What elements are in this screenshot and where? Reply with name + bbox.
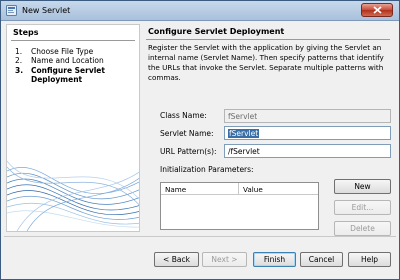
section-divider <box>146 39 390 40</box>
step-label: Choose File Type <box>31 47 94 56</box>
close-button[interactable] <box>361 3 393 17</box>
description-text: Register the Servlet with the applicatio… <box>148 43 384 82</box>
close-icon <box>372 6 382 14</box>
step-1: 1. Choose File Type <box>15 47 93 56</box>
step-number: 2. <box>15 56 23 65</box>
column-header-name[interactable]: Name <box>161 183 239 194</box>
class-name-field: fServlet <box>224 109 391 123</box>
class-name-label: Class Name: <box>160 111 207 120</box>
decorative-swirl-graphic <box>7 160 139 231</box>
step-3: 3. Configure Servlet Deployment <box>15 66 105 84</box>
footer-divider <box>4 236 396 237</box>
back-button[interactable]: < Back <box>154 252 199 267</box>
url-pattern-label: URL Pattern(s): <box>160 147 217 156</box>
init-params-table[interactable]: Name Value <box>160 182 319 230</box>
dialog-client: Steps 1. Choose File Type 2. Name and Lo… <box>4 22 396 276</box>
url-pattern-input[interactable]: /fServlet <box>224 144 391 158</box>
step-number: 1. <box>15 47 23 56</box>
section-title: Configure Servlet Deployment <box>148 27 285 36</box>
init-params-label: Initialization Parameters: <box>160 165 254 174</box>
servlet-name-input[interactable]: fServlet <box>224 126 391 140</box>
steps-header: Steps <box>13 28 39 37</box>
step-2: 2. Name and Location <box>15 56 104 65</box>
delete-button[interactable]: Delete <box>334 221 391 236</box>
window-title: New Servlet <box>22 6 71 15</box>
cancel-button[interactable]: Cancel <box>300 252 343 267</box>
new-servlet-dialog: New Servlet Steps 1. Choose File Type 2.… <box>0 0 400 280</box>
netbeans-icon <box>6 5 17 16</box>
edit-button[interactable]: Edit... <box>334 200 391 215</box>
new-button[interactable]: New <box>334 179 391 194</box>
step-label: Name and Location <box>31 56 104 65</box>
next-button[interactable]: Next > <box>202 252 247 267</box>
steps-divider <box>11 40 135 41</box>
column-header-value[interactable]: Value <box>239 183 267 194</box>
steps-panel: Steps 1. Choose File Type 2. Name and Lo… <box>6 24 140 232</box>
servlet-name-label: Servlet Name: <box>160 129 214 138</box>
help-button[interactable]: Help <box>348 252 391 267</box>
main-panel: Configure Servlet Deployment Register th… <box>144 24 394 236</box>
table-header: Name Value <box>161 183 318 195</box>
step-number: 3. <box>15 66 24 75</box>
finish-button[interactable]: Finish <box>253 252 296 267</box>
title-bar: New Servlet <box>1 1 399 21</box>
servlet-name-value: fServlet <box>228 129 260 138</box>
step-label: Configure Servlet Deployment <box>31 66 105 84</box>
